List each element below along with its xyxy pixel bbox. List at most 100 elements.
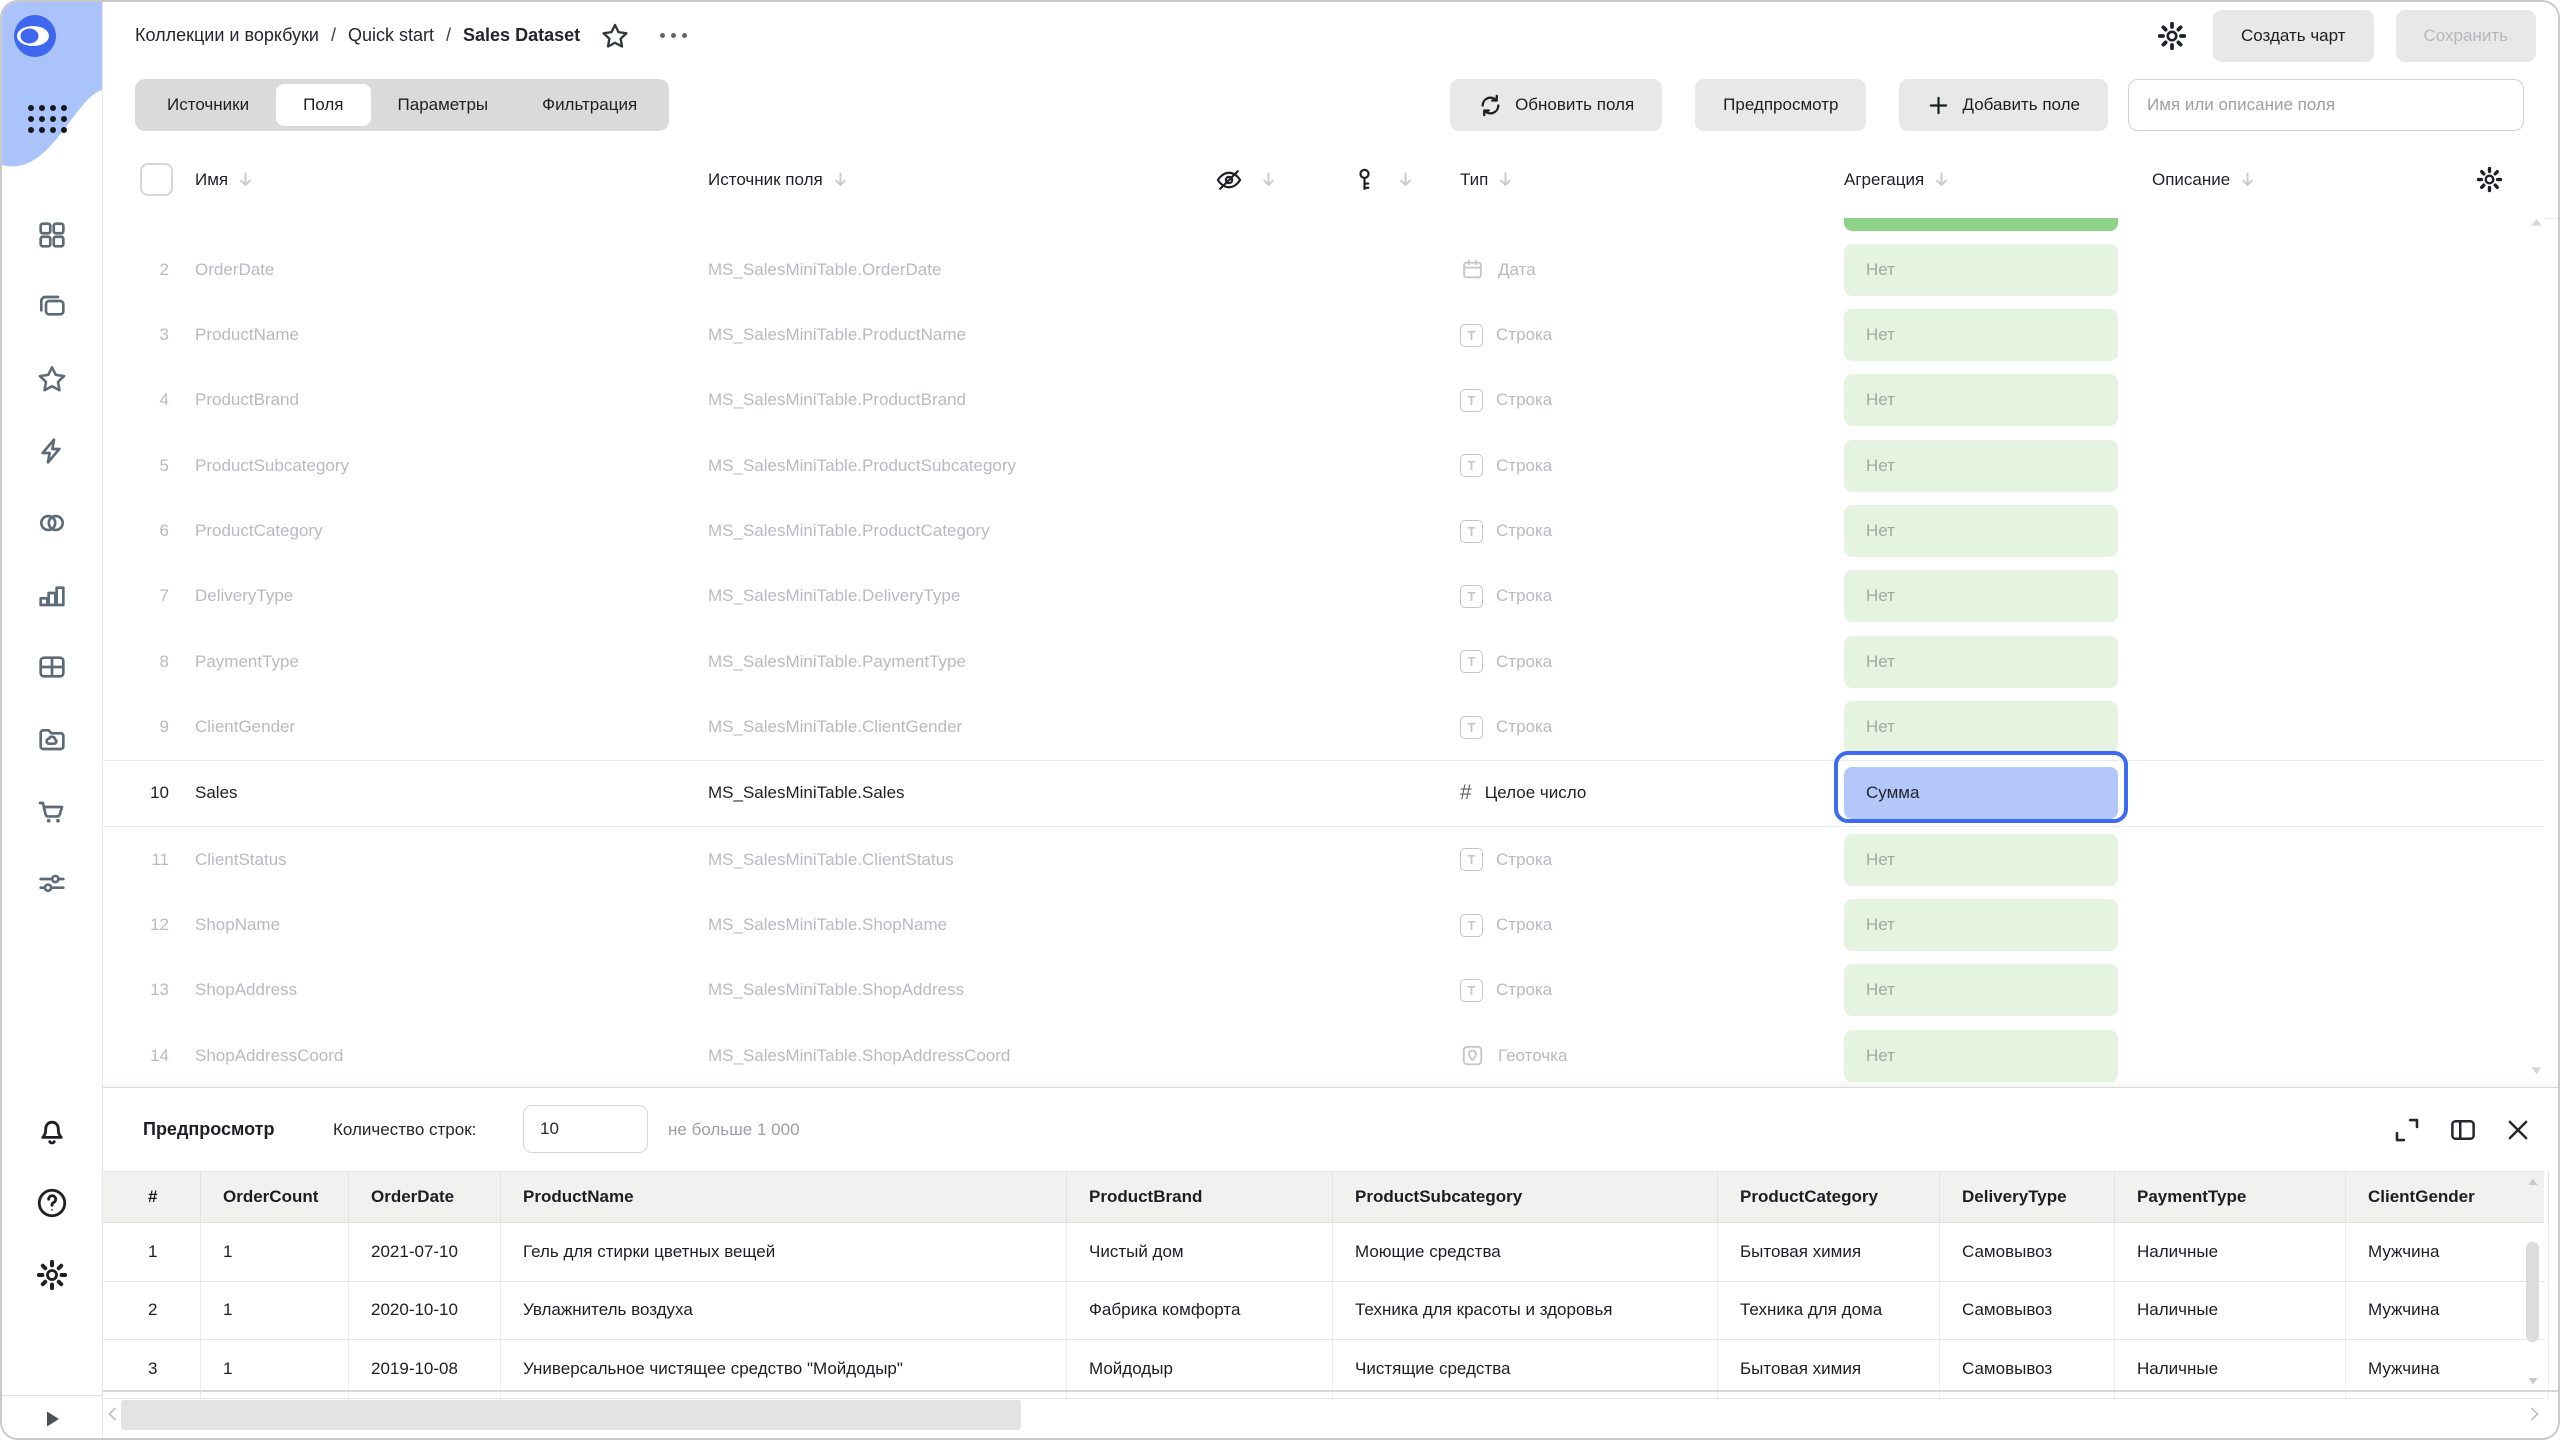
tab-2[interactable]: Параметры	[371, 84, 516, 126]
field-row-ClientStatus[interactable]: 11ClientStatusMS_SalesMiniTable.ClientSt…	[103, 827, 2544, 892]
sort-arrow-icon[interactable]	[238, 171, 253, 188]
close-preview-icon[interactable]	[2504, 1116, 2532, 1144]
field-row-ProductSubcategory[interactable]: 5ProductSubcategoryMS_SalesMiniTable.Pro…	[103, 433, 2544, 498]
field-type[interactable]: TСтрока	[1460, 827, 1552, 892]
field-type[interactable]: TСтрока	[1460, 302, 1552, 367]
field-name[interactable]: ClientStatus	[195, 827, 287, 892]
field-name[interactable]: OrderDate	[195, 237, 274, 302]
table-settings-gear-icon[interactable]	[2476, 166, 2503, 193]
aggregation-select[interactable]: Нет	[1844, 1030, 2118, 1082]
breadcrumb-collections[interactable]: Коллекции и воркбуки	[135, 25, 319, 46]
field-name[interactable]: PaymentType	[195, 629, 299, 694]
nav-services-settings-icon[interactable]	[30, 866, 74, 900]
key-icon[interactable]	[1351, 166, 1378, 193]
aggregation-select[interactable]: Нет	[1844, 505, 2118, 557]
aggregation-select[interactable]: Нет	[1844, 899, 2118, 951]
nav-connections-icon[interactable]	[30, 434, 74, 468]
field-name[interactable]: ClientGender	[195, 694, 295, 759]
favorite-star-icon[interactable]	[600, 21, 630, 51]
sort-arrow-icon[interactable]	[1398, 171, 1413, 188]
aggregation-select[interactable]: Нет	[1844, 244, 2118, 296]
field-name[interactable]: Sales	[195, 761, 238, 826]
field-search-input[interactable]	[2128, 79, 2524, 131]
split-view-icon[interactable]	[2448, 1115, 2478, 1145]
field-type[interactable]: TСтрока	[1460, 368, 1552, 433]
more-menu-icon[interactable]	[660, 33, 687, 38]
field-row-ProductCategory[interactable]: 6ProductCategoryMS_SalesMiniTable.Produc…	[103, 498, 2544, 563]
scroll-up-icon[interactable]	[2527, 1176, 2539, 1188]
dataset-settings-gear-icon[interactable]	[2153, 17, 2191, 55]
sort-arrow-icon[interactable]	[2240, 171, 2255, 188]
field-row-DeliveryType[interactable]: 7DeliveryTypeMS_SalesMiniTable.DeliveryT…	[103, 564, 2544, 629]
field-name[interactable]: ProductBrand	[195, 368, 299, 433]
field-name[interactable]: DeliveryType	[195, 564, 293, 629]
sort-arrow-icon[interactable]	[1261, 171, 1276, 188]
field-row-Sales[interactable]: 10SalesMS_SalesMiniTable.Sales#Целое чис…	[103, 760, 2544, 827]
field-row-OrderDate[interactable]: 2OrderDateMS_SalesMiniTable.OrderDateДат…	[103, 237, 2544, 302]
field-type[interactable]: #Целое число	[1460, 761, 1586, 826]
nav-dashboards-icon[interactable]	[30, 650, 74, 684]
add-field-button[interactable]: Добавить поле	[1899, 79, 2108, 131]
field-row-ShopName[interactable]: 12ShopNameMS_SalesMiniTable.ShopNameTСтр…	[103, 892, 2544, 957]
field-row-ShopAddressCoord[interactable]: 14ShopAddressCoordMS_SalesMiniTable.Shop…	[103, 1023, 2544, 1087]
scroll-down-icon[interactable]	[2527, 1375, 2539, 1387]
aggregation-select[interactable]: Нет	[1844, 834, 2118, 886]
nav-datasets-icon[interactable]	[30, 506, 74, 540]
column-name[interactable]: Имя	[195, 170, 228, 190]
nav-marketplace-icon[interactable]	[30, 794, 74, 828]
field-type[interactable]: TСтрока	[1460, 564, 1552, 629]
scroll-right-icon[interactable]	[2526, 1406, 2542, 1422]
notifications-bell-icon[interactable]	[30, 1114, 74, 1148]
column-source[interactable]: Источник поля	[708, 170, 823, 190]
field-name[interactable]: ShopName	[195, 892, 280, 957]
nav-favorites-icon[interactable]	[30, 362, 74, 396]
sort-arrow-icon[interactable]	[1498, 171, 1513, 188]
create-chart-button[interactable]: Создать чарт	[2213, 10, 2374, 62]
field-type[interactable]: TСтрока	[1460, 958, 1552, 1023]
sort-arrow-icon[interactable]	[833, 171, 848, 188]
field-type[interactable]: TСтрока	[1460, 433, 1552, 498]
refresh-fields-button[interactable]: Обновить поля	[1450, 79, 1662, 131]
field-row-ClientGender[interactable]: 9ClientGenderMS_SalesMiniTable.ClientGen…	[103, 694, 2544, 759]
row-count-input[interactable]	[523, 1105, 648, 1153]
column-aggregation[interactable]: Агрегация	[1844, 170, 1924, 190]
nav-storage-icon[interactable]	[30, 722, 74, 756]
column-description[interactable]: Описание	[2152, 170, 2230, 190]
field-type[interactable]: TСтрока	[1460, 892, 1552, 957]
field-type[interactable]: Дата	[1460, 237, 1536, 302]
field-row-ProductName[interactable]: 3ProductNameMS_SalesMiniTable.ProductNam…	[103, 302, 2544, 367]
sort-arrow-icon[interactable]	[1934, 171, 1949, 188]
field-type[interactable]: TСтрока	[1460, 629, 1552, 694]
tab-1[interactable]: Поля	[276, 84, 370, 126]
aggregation-select[interactable]: Нет	[1844, 570, 2118, 622]
field-name[interactable]: ProductCategory	[195, 498, 323, 563]
vertical-scrollbar-thumb[interactable]	[2526, 1242, 2539, 1342]
aggregation-select[interactable]: Нет	[1844, 636, 2118, 688]
aggregation-select[interactable]: Нет	[1844, 374, 2118, 426]
scroll-down-icon[interactable]	[2530, 1064, 2543, 1077]
all-services-icon[interactable]	[28, 105, 67, 133]
tab-0[interactable]: Источники	[140, 84, 276, 126]
field-name[interactable]: ProductName	[195, 302, 299, 367]
field-name[interactable]: ShopAddressCoord	[195, 1023, 343, 1087]
vertical-scrollbar[interactable]	[2524, 1170, 2542, 1393]
field-type[interactable]: TСтрока	[1460, 498, 1552, 563]
expand-sidebar-icon[interactable]	[40, 1407, 64, 1431]
tab-3[interactable]: Фильтрация	[515, 84, 664, 126]
select-all-checkbox[interactable]	[140, 163, 173, 196]
horizontal-scrollbar[interactable]	[103, 1398, 2544, 1432]
field-type[interactable]: TСтрока	[1460, 694, 1552, 759]
nav-charts-icon[interactable]	[30, 578, 74, 612]
help-icon[interactable]	[30, 1186, 74, 1220]
aggregation-select[interactable]: Нет	[1844, 964, 2118, 1016]
save-button[interactable]: Сохранить	[2396, 10, 2536, 62]
field-row-ShopAddress[interactable]: 13ShopAddressMS_SalesMiniTable.ShopAddre…	[103, 958, 2544, 1023]
settings-gear-icon[interactable]	[30, 1258, 74, 1292]
field-name[interactable]: ProductSubcategory	[195, 433, 349, 498]
scroll-left-icon[interactable]	[105, 1406, 121, 1422]
field-name[interactable]: ShopAddress	[195, 958, 297, 1023]
expand-preview-icon[interactable]	[2392, 1115, 2422, 1145]
breadcrumb-workbook[interactable]: Quick start	[348, 25, 434, 46]
field-type[interactable]: Геоточка	[1460, 1023, 1567, 1087]
preview-button[interactable]: Предпросмотр	[1695, 79, 1866, 131]
